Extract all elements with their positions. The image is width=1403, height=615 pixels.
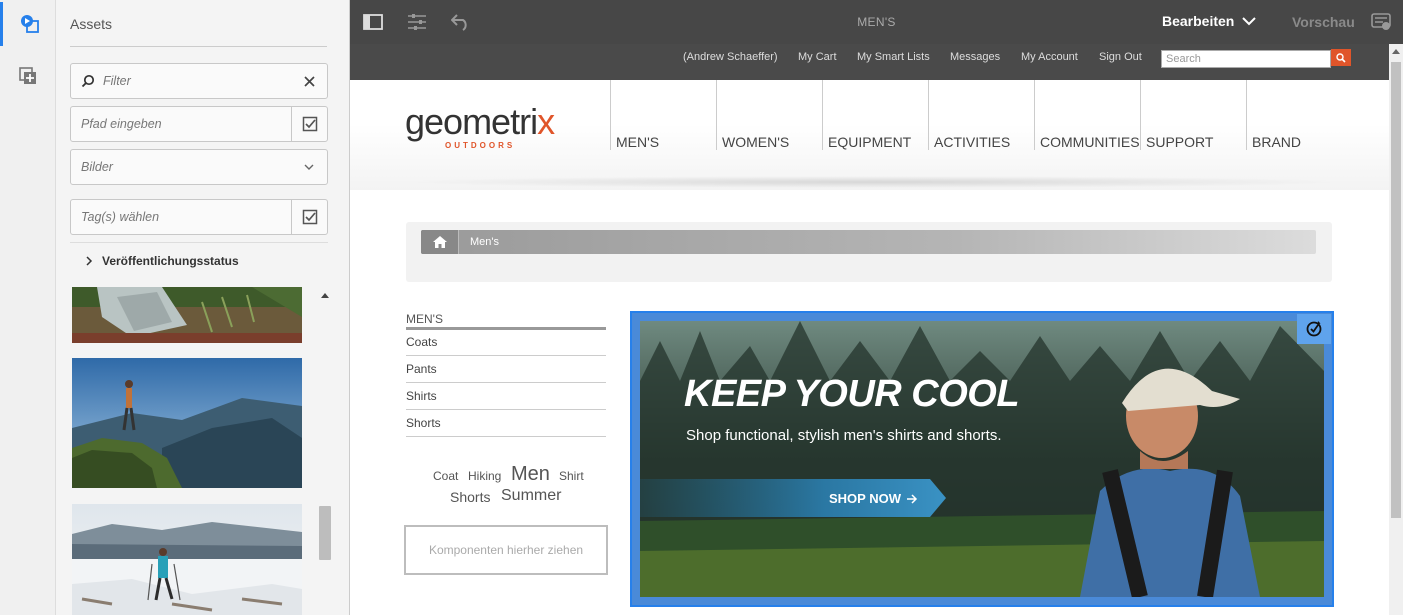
asset-thumbnail-list [70, 287, 304, 615]
scroll-up-icon[interactable] [320, 290, 330, 300]
refresh-check-icon [1306, 321, 1322, 337]
my-account-link[interactable]: My Account [1021, 51, 1078, 63]
breadcrumb-component[interactable]: Men's [406, 222, 1332, 282]
logo-tagline: OUTDOORS [445, 141, 516, 150]
tag-cloud-item[interactable]: Shorts [450, 489, 490, 505]
site-logo[interactable]: geometrix OUTDOORS [405, 101, 555, 151]
hero-headline: KEEP YOUR COOL [684, 373, 1020, 415]
publication-status-toggle[interactable]: Veröffentlichungsstatus [70, 242, 328, 278]
category-heading: MEN'S [406, 312, 606, 330]
close-icon [303, 75, 315, 87]
user-name-link[interactable]: (Andrew Schaeffer) [683, 51, 778, 63]
nav-item-communities[interactable]: COMMUNITIES [1034, 80, 1140, 150]
clear-filter-button[interactable] [291, 64, 327, 98]
nav-item-activities[interactable]: ACTIVITIES [928, 80, 1034, 150]
path-field[interactable]: Pfad eingeben [70, 106, 328, 142]
shop-now-label: SHOP NOW [829, 491, 901, 506]
hero-subline: Shop functional, stylish men's shirts an… [686, 427, 1002, 444]
home-icon [432, 236, 447, 248]
breadcrumb: Men's [421, 230, 1316, 254]
side-rail [0, 0, 56, 615]
site-search-button[interactable] [1331, 49, 1351, 66]
annotation-icon [1371, 13, 1391, 30]
add-component-icon [19, 67, 36, 84]
tags-browse-button[interactable] [291, 200, 327, 234]
assets-rail-button[interactable] [0, 2, 56, 46]
asset-thumbnail-snow-hiker[interactable] [72, 504, 302, 615]
tag-cloud-item[interactable]: Hiking [468, 469, 501, 483]
nav-item-support[interactable]: SUPPORT [1140, 80, 1246, 150]
path-browse-button[interactable] [291, 107, 327, 141]
shop-now-button[interactable]: SHOP NOW [829, 491, 918, 506]
nav-item-equipment[interactable]: EQUIPMENT [822, 80, 928, 150]
hero-photo [640, 321, 1324, 597]
site-header: geometrix OUTDOORS MEN'S WOMEN'S EQUIPME… [350, 80, 1389, 190]
filter-placeholder: Filter [103, 74, 131, 88]
divider [70, 46, 327, 47]
annotations-button[interactable] [1370, 11, 1392, 33]
path-placeholder: Pfad eingeben [81, 117, 162, 131]
chevron-right-icon [86, 255, 93, 266]
tag-cloud-item[interactable]: Coat [433, 469, 458, 483]
tag-cloud-item[interactable]: Men [511, 463, 550, 486]
editor-toolbar: MEN'S Bearbeiten Vorschau [350, 0, 1403, 44]
nav-item-mens[interactable]: MEN'S [610, 80, 716, 150]
canvas-scrollbar-thumb[interactable] [1391, 62, 1401, 518]
filter-input[interactable]: Filter [70, 63, 328, 99]
assets-icon [20, 15, 39, 33]
search-icon [81, 74, 95, 88]
hero-image: KEEP YOUR COOL Shop functional, stylish … [640, 321, 1324, 597]
messages-link[interactable]: Messages [950, 51, 1000, 63]
asset-thumbnail-tent[interactable] [72, 287, 302, 343]
edit-mode-label: Bearbeiten [1162, 13, 1235, 29]
my-smart-lists-link[interactable]: My Smart Lists [857, 51, 930, 63]
hero-banner-component[interactable]: KEEP YOUR COOL Shop functional, stylish … [630, 311, 1334, 607]
publication-status-label: Veröffentlichungsstatus [102, 253, 239, 268]
select-check-icon [302, 116, 317, 132]
search-icon [1336, 52, 1346, 63]
chevron-down-icon [304, 164, 314, 170]
asset-type-select[interactable]: Bilder [70, 149, 328, 185]
nav-item-brand[interactable]: BRAND [1246, 80, 1352, 150]
tag-cloud-item[interactable]: Shirt [559, 469, 584, 483]
chevron-down-icon [1242, 16, 1257, 25]
tags-field[interactable]: Tag(s) wählen [70, 199, 328, 235]
dropdown-toggle[interactable] [291, 150, 327, 184]
header-shadow [400, 176, 1350, 188]
app-window: Assets Filter Pfad eingeben Bilder Tag(s… [0, 0, 1403, 615]
my-cart-link[interactable]: My Cart [798, 51, 837, 63]
preview-button[interactable]: Vorschau [1292, 14, 1355, 30]
select-check-icon [302, 209, 317, 225]
asset-type-value: Bilder [81, 160, 113, 174]
tag-cloud-item[interactable]: Summer [501, 487, 561, 505]
edit-mode-dropdown[interactable]: Bearbeiten [1162, 13, 1257, 29]
site-search-input[interactable]: Search [1161, 50, 1331, 68]
nav-item-womens[interactable]: WOMEN'S [716, 80, 822, 150]
canvas-scrollbar[interactable] [1389, 44, 1403, 615]
arrow-right-icon [907, 493, 918, 504]
logo-wordmark: geometrix [405, 101, 555, 142]
sign-out-link[interactable]: Sign Out [1099, 51, 1142, 63]
scroll-up-icon[interactable] [1392, 48, 1400, 56]
category-item-pants[interactable]: Pants [406, 356, 606, 383]
category-item-shorts[interactable]: Shorts [406, 410, 606, 437]
component-dropzone[interactable]: Komponenten hierher ziehen [404, 525, 608, 575]
asset-thumbnail-hiker-cliff[interactable] [72, 358, 302, 488]
component-status-badge[interactable] [1297, 314, 1331, 344]
assets-panel: Assets Filter Pfad eingeben Bilder Tag(s… [56, 0, 350, 615]
site-utility-bar: (Andrew Schaeffer) My Cart My Smart List… [350, 44, 1389, 80]
breadcrumb-current[interactable]: Men's [470, 236, 499, 248]
components-rail-button[interactable] [0, 54, 56, 98]
panel-scrollbar-thumb[interactable] [319, 506, 331, 560]
breadcrumb-home[interactable] [421, 230, 459, 254]
site-search-placeholder: Search [1166, 53, 1201, 65]
category-item-coats[interactable]: Coats [406, 329, 606, 356]
category-item-shirts[interactable]: Shirts [406, 383, 606, 410]
tags-placeholder: Tag(s) wählen [81, 210, 160, 224]
panel-title: Assets [70, 16, 113, 32]
page-canvas: (Andrew Schaeffer) My Cart My Smart List… [350, 44, 1389, 615]
